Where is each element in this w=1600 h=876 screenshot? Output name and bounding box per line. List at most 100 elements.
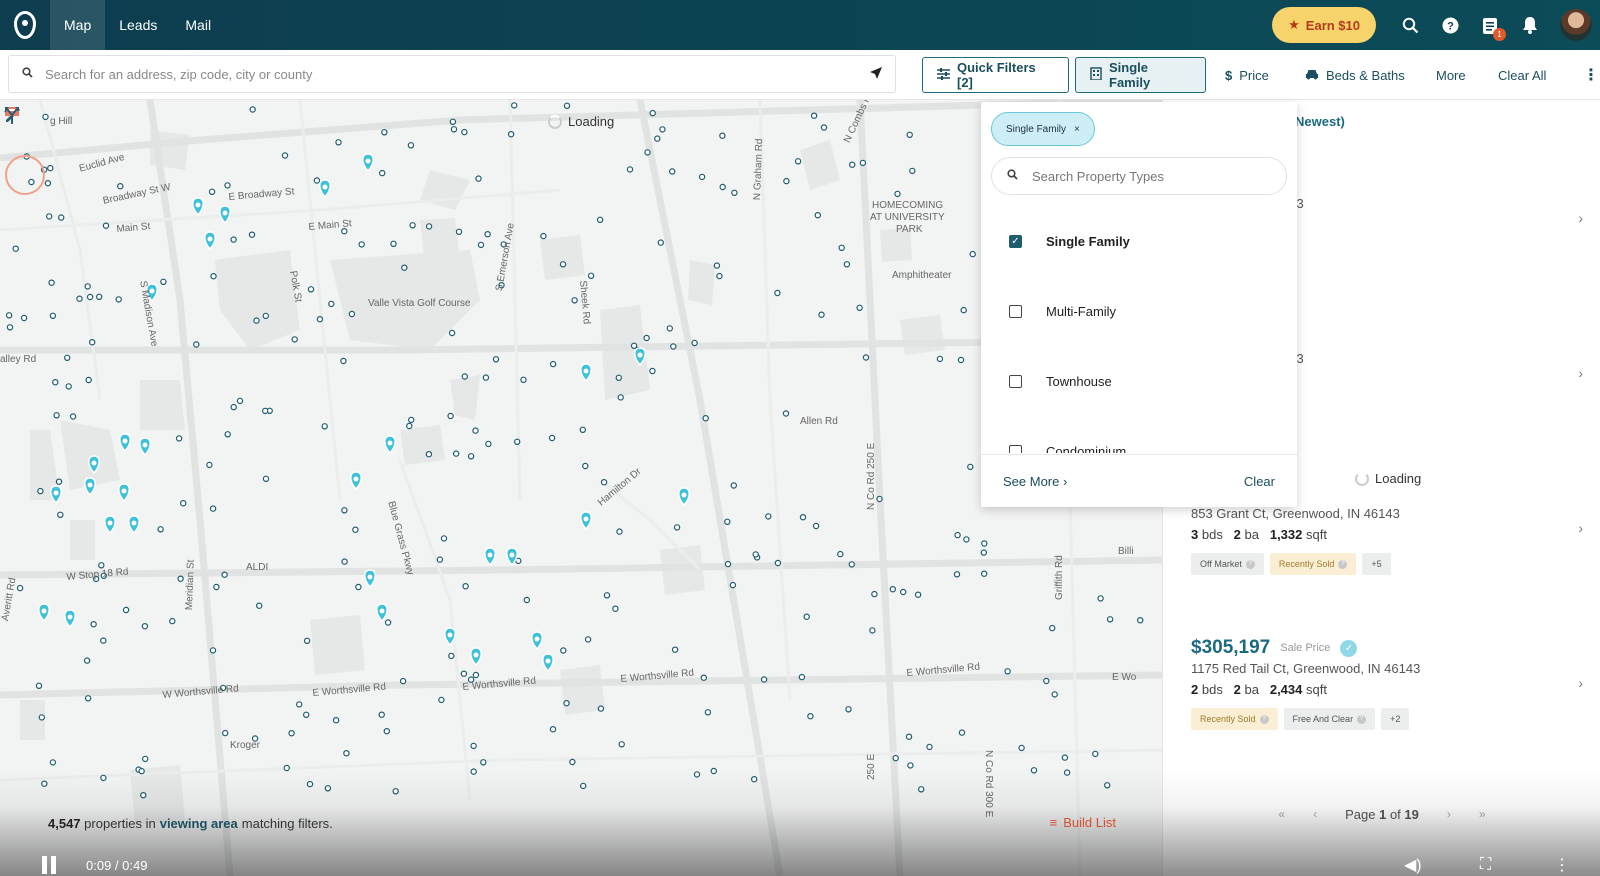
property-dot[interactable]: [643, 334, 650, 342]
property-dot[interactable]: [379, 169, 386, 177]
property-dot[interactable]: [906, 131, 913, 139]
property-dot[interactable]: [617, 394, 624, 401]
property-dot[interactable]: [597, 705, 605, 712]
property-dot[interactable]: [316, 315, 324, 323]
more-filters-button[interactable]: More: [1436, 57, 1466, 93]
nav-item-mail[interactable]: Mail: [171, 0, 225, 50]
property-type-button[interactable]: Single Family: [1075, 57, 1206, 93]
first-page-icon[interactable]: «: [1278, 807, 1285, 821]
property-dot[interactable]: [41, 780, 48, 787]
property-dot[interactable]: [862, 354, 870, 361]
property-dot[interactable]: [957, 356, 965, 364]
property-dot[interactable]: [140, 792, 147, 799]
price-filter-button[interactable]: $ Price: [1225, 57, 1269, 93]
property-type-option[interactable]: Multi-Family: [981, 276, 1297, 346]
property-dot[interactable]: [981, 540, 988, 547]
property-dot[interactable]: [596, 216, 604, 224]
property-dot[interactable]: [193, 341, 200, 348]
property-dot[interactable]: [253, 317, 260, 324]
viewing-area-link[interactable]: viewing area: [160, 816, 238, 831]
property-dot[interactable]: [76, 295, 83, 302]
beds-baths-button[interactable]: Beds & Baths: [1305, 57, 1405, 93]
property-dot[interactable]: [760, 676, 768, 683]
property-dot[interactable]: [462, 583, 469, 590]
property-dot[interactable]: [818, 311, 825, 318]
property-dot[interactable]: [341, 507, 348, 514]
property-dot[interactable]: [6, 324, 14, 331]
property-type-option[interactable]: Townhouse: [981, 346, 1297, 416]
property-dot[interactable]: [1106, 616, 1114, 623]
property-dot[interactable]: [35, 682, 43, 690]
property-dot[interactable]: [475, 175, 482, 182]
clipboard-icon[interactable]: 1: [1470, 0, 1510, 50]
property-dot[interactable]: [46, 213, 53, 220]
help-icon[interactable]: ?: [1430, 0, 1470, 50]
property-dot[interactable]: [713, 262, 721, 269]
property-dot[interactable]: [871, 590, 878, 598]
property-dot[interactable]: [262, 312, 269, 320]
property-dot[interactable]: [615, 374, 623, 381]
fullscreen-icon[interactable]: ⛶: [1480, 854, 1491, 876]
property-dot[interactable]: [438, 696, 445, 704]
property-dot[interactable]: [472, 427, 479, 434]
property-dot[interactable]: [724, 518, 731, 525]
property-dot[interactable]: [157, 526, 164, 533]
app-logo-icon[interactable]: [0, 0, 50, 50]
property-dot[interactable]: [440, 535, 448, 542]
property-dot[interactable]: [467, 453, 475, 460]
property-dot[interactable]: [774, 289, 781, 297]
status-tag[interactable]: Off Market?: [1191, 553, 1264, 575]
property-dot[interactable]: [324, 785, 332, 792]
property-dot[interactable]: [752, 551, 759, 558]
property-dot[interactable]: [936, 355, 944, 363]
property-dot[interactable]: [20, 314, 28, 322]
property-dot[interactable]: [716, 272, 723, 280]
property-dot[interactable]: [612, 605, 619, 612]
property-dot[interactable]: [909, 167, 916, 175]
bell-icon[interactable]: [1510, 0, 1550, 50]
property-dot[interactable]: [549, 726, 557, 733]
checkbox-icon[interactable]: [1009, 374, 1022, 388]
property-dot[interactable]: [381, 129, 388, 136]
property-dot[interactable]: [569, 758, 576, 766]
property-dot[interactable]: [514, 438, 521, 445]
property-dot[interactable]: [958, 729, 966, 736]
property-dot[interactable]: [584, 636, 592, 643]
property-dot[interactable]: [849, 161, 856, 168]
property-dot[interactable]: [392, 788, 399, 795]
property-dot[interactable]: [507, 131, 515, 138]
property-dot[interactable]: [1092, 750, 1099, 758]
property-dot[interactable]: [390, 240, 397, 247]
property-dot[interactable]: [408, 416, 415, 424]
property-dot[interactable]: [837, 550, 844, 558]
property-dot[interactable]: [283, 764, 290, 772]
property-dot[interactable]: [383, 728, 390, 735]
property-dot[interactable]: [892, 754, 899, 762]
overflow-menu-icon[interactable]: ⋮: [1583, 57, 1599, 93]
property-dot[interactable]: [448, 329, 456, 337]
property-dot[interactable]: [1103, 782, 1111, 789]
property-dot[interactable]: [810, 112, 818, 119]
property-dot[interactable]: [670, 343, 677, 350]
property-dot[interactable]: [37, 487, 44, 495]
property-dot[interactable]: [549, 360, 557, 368]
quick-filters-button[interactable]: Quick Filters [2]: [922, 57, 1069, 93]
chevron-right-icon[interactable]: ›: [1578, 520, 1583, 536]
property-dot[interactable]: [960, 306, 967, 314]
property-type-option[interactable]: ✓ Single Family: [981, 206, 1297, 276]
property-dot[interactable]: [84, 695, 92, 702]
property-dot[interactable]: [953, 571, 961, 578]
property-dot[interactable]: [845, 706, 852, 713]
property-dot[interactable]: [603, 592, 611, 599]
property-dot[interactable]: [221, 571, 228, 578]
property-dot[interactable]: [53, 412, 60, 419]
property-dot[interactable]: [49, 312, 57, 319]
property-dot[interactable]: [281, 152, 289, 159]
property-dot[interactable]: [230, 403, 237, 411]
property-dot[interactable]: [141, 623, 149, 630]
checkbox-icon[interactable]: [1009, 304, 1022, 318]
property-dot[interactable]: [455, 228, 463, 235]
property-dot[interactable]: [288, 730, 295, 737]
property-dot[interactable]: [794, 158, 802, 165]
property-dot[interactable]: [1136, 617, 1144, 624]
